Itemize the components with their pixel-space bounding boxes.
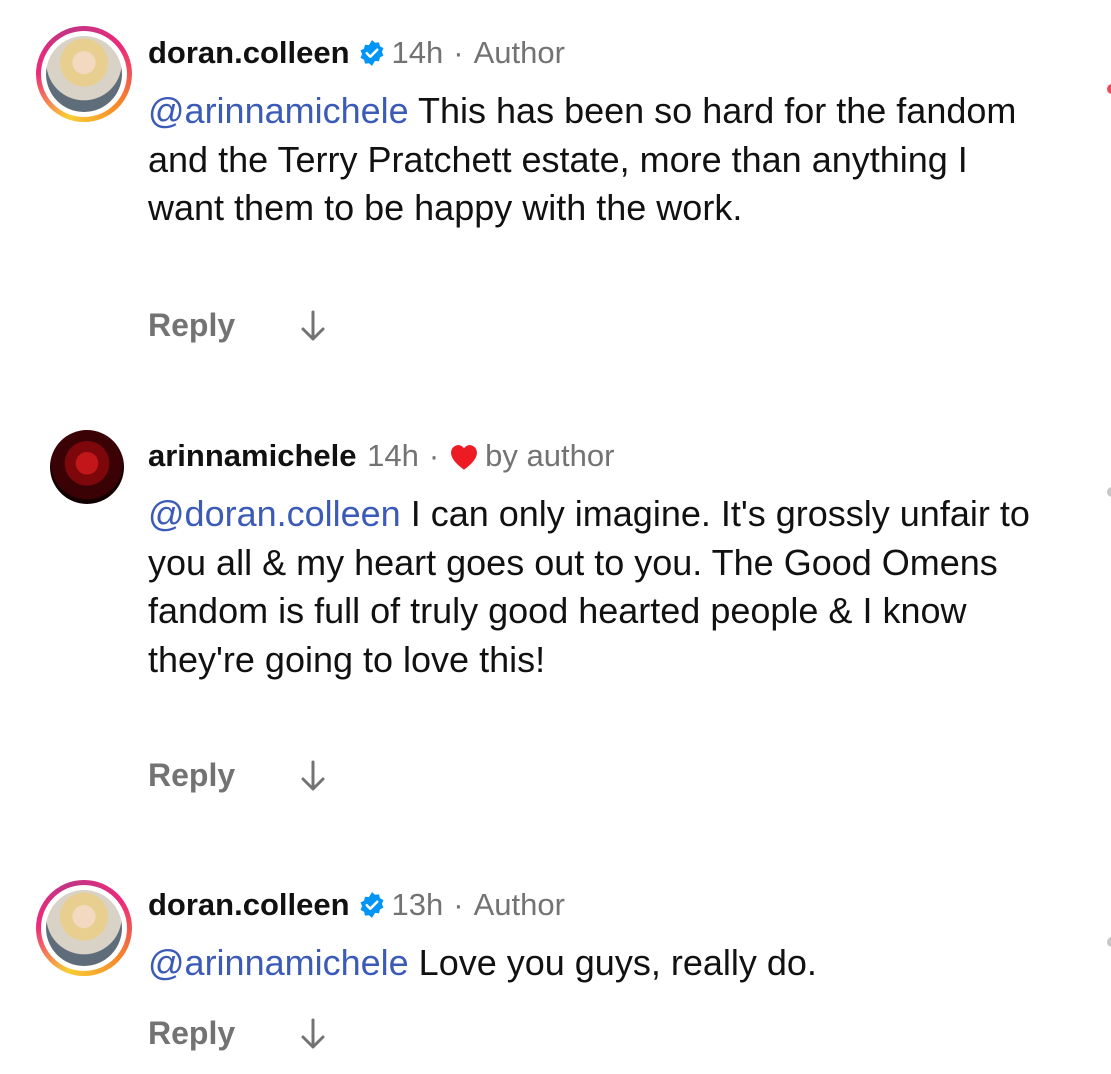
verified-badge-icon	[360, 40, 383, 66]
separator: ·	[453, 35, 464, 70]
comment-body: @arinnamichele Love you guys, really do.	[148, 939, 1048, 988]
comment-actions: Reply	[148, 1013, 325, 1053]
comment-body: @doran.colleen I can only imagine. It's …	[148, 490, 1048, 684]
arrow-down-icon[interactable]	[300, 759, 326, 793]
reply-button[interactable]: Reply	[148, 305, 235, 345]
avatar-arinnamichele[interactable]	[50, 430, 124, 504]
reply-button[interactable]: Reply	[148, 755, 235, 795]
author-tag: Author	[473, 887, 565, 922]
verified-badge-icon	[360, 892, 383, 918]
author-tag: Author	[473, 35, 565, 70]
like-indicator[interactable]	[1107, 937, 1111, 947]
arrow-down-icon[interactable]	[300, 1017, 326, 1051]
comment-header: doran.colleen 13h · Author	[148, 885, 565, 925]
like-indicator[interactable]	[1107, 84, 1111, 94]
comment-header: doran.colleen 14h · Author	[148, 33, 565, 73]
mention-link[interactable]: @arinnamichele	[148, 90, 409, 131]
avatar-doran-colleen[interactable]	[36, 26, 132, 122]
comment-text: Love you guys, really do.	[408, 942, 817, 983]
separator: ·	[428, 438, 440, 473]
comment-header: arinnamichele 14h · by author	[148, 436, 614, 476]
mention-link[interactable]: @doran.colleen	[148, 493, 401, 534]
heart-icon	[451, 445, 478, 470]
comment-time: 14h	[367, 438, 419, 473]
comment-time: 13h	[391, 887, 444, 922]
arrow-down-icon[interactable]	[300, 309, 326, 343]
username[interactable]: doran.colleen	[148, 887, 350, 922]
username[interactable]: doran.colleen	[148, 35, 350, 70]
username[interactable]: arinnamichele	[148, 438, 356, 473]
comment-time: 14h	[391, 35, 444, 70]
reply-button[interactable]: Reply	[148, 1013, 235, 1053]
comment-body: @arinnamichele This has been so hard for…	[148, 87, 1048, 233]
avatar-photo	[46, 890, 122, 966]
like-indicator[interactable]	[1107, 487, 1111, 497]
avatar-photo	[46, 36, 122, 112]
liked-by-author-tag: by author	[485, 438, 615, 473]
comment-actions: Reply	[148, 755, 325, 795]
mention-link[interactable]: @arinnamichele	[148, 942, 409, 983]
comment-actions: Reply	[148, 305, 325, 345]
separator: ·	[453, 887, 464, 922]
avatar-doran-colleen[interactable]	[36, 880, 132, 976]
